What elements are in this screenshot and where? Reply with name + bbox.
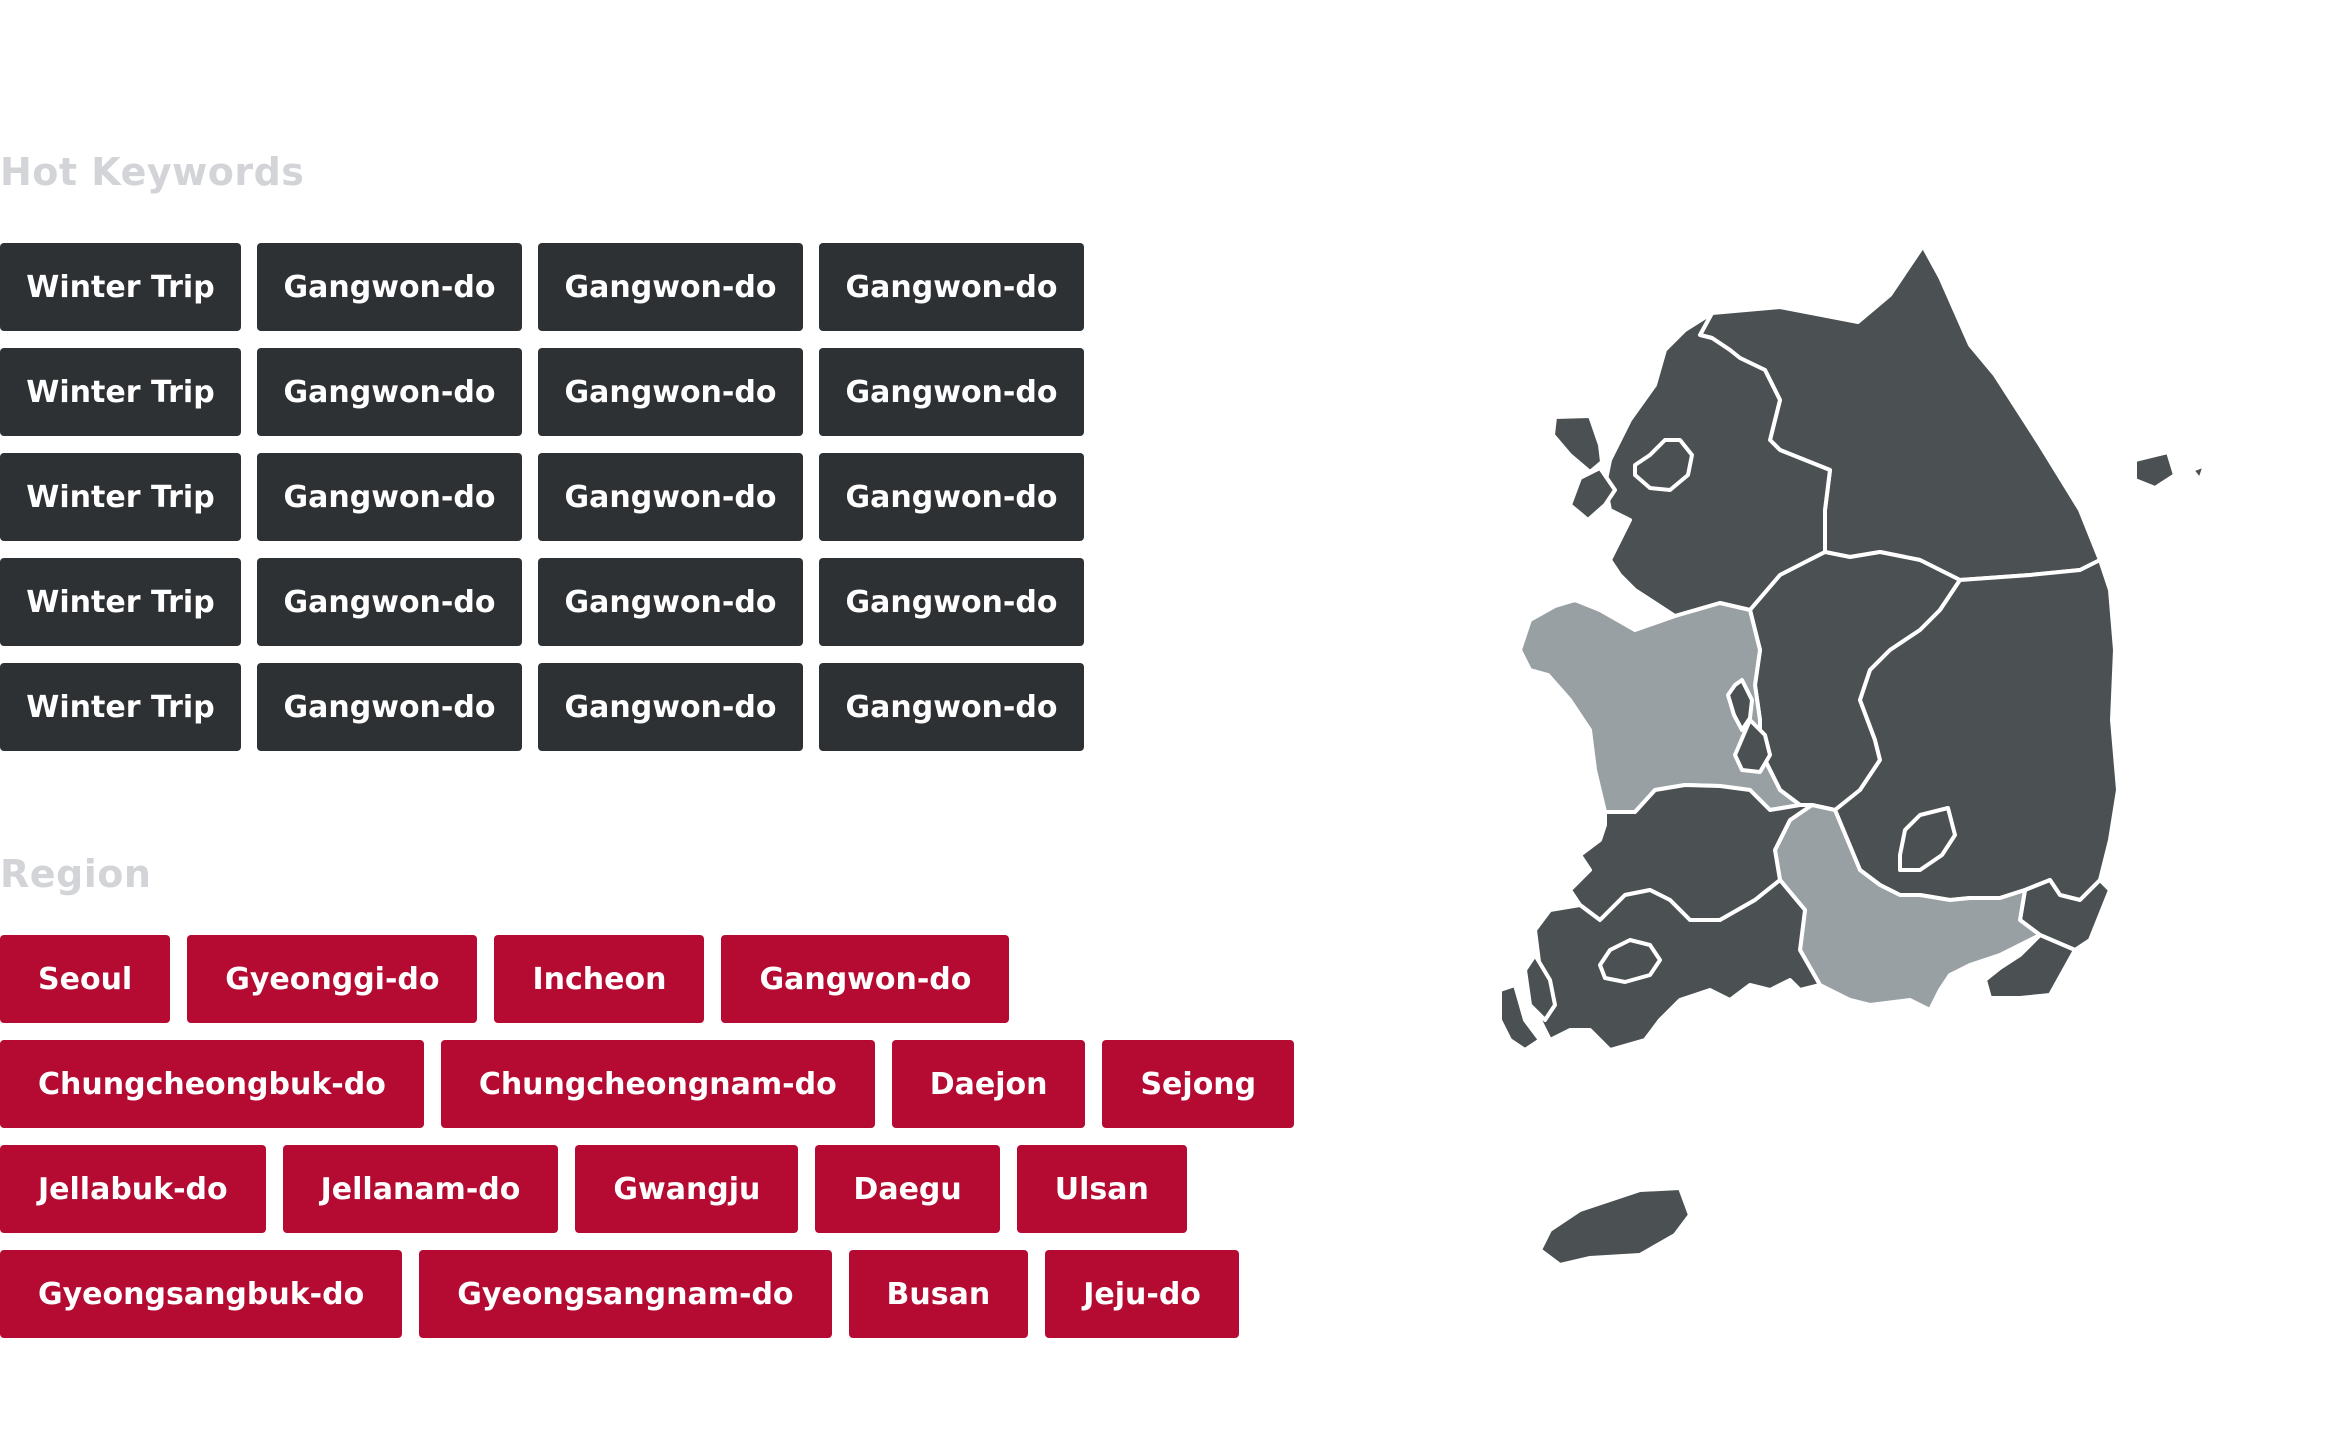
region-title: Region bbox=[0, 852, 152, 896]
keyword-button[interactable]: Winter Trip bbox=[0, 453, 241, 541]
hot-keywords-grid: Winter Trip Gangwon-do Gangwon-do Gangwon-d… bbox=[0, 243, 1084, 751]
region-button-daejon[interactable]: Daejon bbox=[891, 1040, 1086, 1128]
region-button-gyeonggi-do[interactable]: Gyeonggi-do bbox=[187, 935, 478, 1023]
region-button-gyeongsangbuk-do[interactable]: Gyeongsangbuk-do bbox=[0, 1250, 403, 1338]
region-button-sejong[interactable]: Sejong bbox=[1102, 1040, 1295, 1128]
keyword-button[interactable]: Gangwon-do bbox=[538, 453, 803, 541]
keyword-button[interactable]: Gangwon-do bbox=[257, 453, 522, 541]
keyword-button[interactable]: Winter Trip bbox=[0, 348, 241, 436]
keyword-button[interactable]: Gangwon-do bbox=[538, 243, 803, 331]
map-region-ulleungdo bbox=[2133, 450, 2177, 490]
region-button-chungcheongbuk-do[interactable]: Chungcheongbuk-do bbox=[0, 1040, 424, 1128]
keyword-button[interactable]: Gangwon-do bbox=[819, 453, 1084, 541]
region-button-busan[interactable]: Busan bbox=[848, 1250, 1029, 1338]
keyword-button[interactable]: Gangwon-do bbox=[538, 348, 803, 436]
region-button-daegu[interactable]: Daegu bbox=[815, 1145, 1000, 1233]
keyword-button[interactable]: Gangwon-do bbox=[257, 243, 522, 331]
region-button-jellabuk-do[interactable]: Jellabuk-do bbox=[0, 1145, 266, 1233]
region-button-row: Gyeongsangbuk-do Gyeongsangnam-do Busan Jej… bbox=[0, 1250, 1294, 1338]
map-region-incheon[interactable] bbox=[1551, 414, 1604, 474]
region-button-chungcheongnam-do[interactable]: Chungcheongnam-do bbox=[440, 1040, 875, 1128]
keyword-button[interactable]: Gangwon-do bbox=[538, 558, 803, 646]
keyword-button[interactable]: Gangwon-do bbox=[257, 348, 522, 436]
map-region-dokdo bbox=[2190, 463, 2207, 482]
region-button-jeju-do[interactable]: Jeju-do bbox=[1045, 1250, 1239, 1338]
hot-keywords-title: Hot Keywords bbox=[0, 150, 305, 194]
keyword-button[interactable]: Gangwon-do bbox=[819, 243, 1084, 331]
region-button-ulsan[interactable]: Ulsan bbox=[1016, 1145, 1187, 1233]
region-button-row: Chungcheongbuk-do Chungcheongnam-do Daejon… bbox=[0, 1040, 1295, 1128]
region-button-jellanam-do[interactable]: Jellanam-do bbox=[282, 1145, 559, 1233]
map-region-jeju[interactable] bbox=[1538, 1186, 1692, 1267]
keyword-button[interactable]: Gangwon-do bbox=[819, 663, 1084, 751]
keyword-button[interactable]: Gangwon-do bbox=[257, 558, 522, 646]
keyword-button[interactable]: Winter Trip bbox=[0, 243, 241, 331]
region-button-gyeongsangnam-do[interactable]: Gyeongsangnam-do bbox=[419, 1250, 832, 1338]
region-button-seoul[interactable]: Seoul bbox=[0, 935, 171, 1023]
region-button-gwangju[interactable]: Gwangju bbox=[575, 1145, 799, 1233]
keyword-button[interactable]: Gangwon-do bbox=[819, 348, 1084, 436]
keyword-button[interactable]: Winter Trip bbox=[0, 558, 241, 646]
keyword-button[interactable]: Gangwon-do bbox=[819, 558, 1084, 646]
region-button-incheon[interactable]: Incheon bbox=[494, 935, 705, 1023]
keyword-button[interactable]: Gangwon-do bbox=[257, 663, 522, 751]
region-button-row: Jellabuk-do Jellanam-do Gwangju Daegu Ulsan bbox=[0, 1145, 1294, 1233]
korea-map bbox=[1498, 244, 2207, 1267]
region-button-row: Seoul Gyeonggi-do Incheon Gangwon-do bbox=[0, 935, 1294, 1023]
map-region-jeonnam[interactable] bbox=[1533, 878, 1822, 1052]
keyword-button[interactable]: Winter Trip bbox=[0, 663, 241, 751]
keyword-button[interactable]: Gangwon-do bbox=[538, 663, 803, 751]
region-button-gangwon-do[interactable]: Gangwon-do bbox=[721, 935, 1010, 1023]
region-button-list: Seoul Gyeonggi-do Incheon Gangwon-do Chungch… bbox=[0, 935, 1295, 1355]
